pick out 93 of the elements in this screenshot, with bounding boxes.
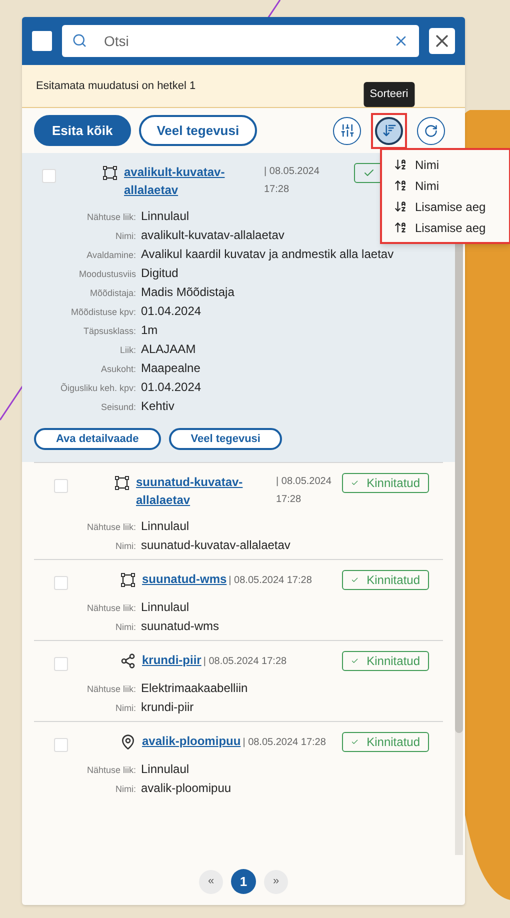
check-icon bbox=[363, 167, 375, 179]
item-date: | 08.05.2024 17:28 bbox=[228, 574, 312, 588]
refresh-icon bbox=[424, 124, 438, 138]
polygon-icon bbox=[102, 165, 118, 181]
status-badge: Kinnitatud bbox=[342, 473, 429, 493]
field-label: Liik: bbox=[118, 344, 136, 357]
field-label: Nimi: bbox=[114, 621, 136, 634]
item-checkbox[interactable] bbox=[54, 738, 68, 752]
field-label: Asukoht: bbox=[100, 363, 136, 376]
field-label: Nimi: bbox=[114, 230, 136, 243]
list-item[interactable]: avalik-ploomipuu | 08.05.2024 17:28 Kinnitatud Nähtuse liik: Linnulaul Nimi: avalik-ploomipuu bbox=[34, 721, 443, 802]
item-checkbox[interactable] bbox=[54, 479, 68, 493]
field-value: Linnulaul bbox=[141, 599, 190, 616]
field-value: Madis Mõõdistaja bbox=[141, 284, 234, 301]
item-checkbox[interactable] bbox=[42, 169, 56, 183]
status-badge: Kinnitatud bbox=[342, 651, 429, 671]
search-icon bbox=[72, 33, 87, 48]
sort-up-icon bbox=[394, 221, 407, 234]
field-value: ALAJAAM bbox=[141, 341, 196, 358]
field-value: Linnulaul bbox=[141, 518, 190, 535]
field-label: Nähtuse liik: bbox=[86, 764, 136, 777]
sort-icon bbox=[382, 123, 396, 138]
field-label: Mõõdistaja: bbox=[88, 287, 136, 300]
close-button[interactable] bbox=[429, 28, 455, 54]
field-value: Linnulaul bbox=[141, 208, 190, 225]
item-title-link[interactable]: avalikult-kuvatav-allalaetav bbox=[124, 163, 236, 199]
item-title-link[interactable]: suunatud-wms bbox=[142, 570, 227, 588]
item-title-link[interactable]: suunatud-kuvatav-allalaetav bbox=[136, 473, 248, 509]
field-label: Nähtuse liik: bbox=[86, 683, 136, 696]
toolbar-button[interactable]: Veel tegevusi bbox=[138, 115, 258, 146]
field-label: Mõõdistuse kpv: bbox=[70, 306, 136, 319]
select-all-checkbox[interactable] bbox=[32, 31, 52, 51]
item-date: | 08.05.2024 17:28 bbox=[242, 736, 326, 750]
field-value: suunatud-wms bbox=[141, 618, 220, 635]
field-value: 01.04.2024 bbox=[141, 303, 202, 320]
notice-text: Esitamata muudatusi on hetkel 1 bbox=[36, 78, 196, 94]
search-field[interactable]: Otsi bbox=[62, 25, 419, 57]
action-button[interactable]: Veel tegevusi bbox=[168, 428, 282, 450]
field-label: Täpsusklass: bbox=[82, 325, 136, 338]
sort-option[interactable]: Nimi bbox=[382, 154, 509, 175]
field-value: Digitud bbox=[141, 265, 178, 282]
next-page-button[interactable]: » bbox=[264, 870, 288, 894]
field-value: suunatud-kuvatav-allalaetav bbox=[141, 537, 290, 554]
field-label: Nimi: bbox=[114, 783, 136, 796]
sliders-icon bbox=[340, 123, 354, 138]
list-item[interactable]: suunatud-kuvatav-allalaetav | 08.05.2024 17:28 Kinnitatud Nähtuse liik: Linnulaul Nimi: suunatud-kuvatav-allalaetav bbox=[34, 462, 443, 559]
sort-down-icon bbox=[394, 200, 407, 213]
polygon-icon bbox=[120, 572, 136, 588]
sort-option[interactable]: Lisamise aeg bbox=[382, 217, 509, 238]
item-checkbox[interactable] bbox=[54, 576, 68, 590]
field-value: Avalikul kaardil kuvatav ja andmestik alla laetav bbox=[141, 246, 394, 263]
field-value: avalikult-kuvatav-allalaetav bbox=[141, 227, 284, 244]
line-nodes-icon bbox=[120, 653, 136, 669]
previous-page-button[interactable]: « bbox=[199, 870, 223, 894]
filter-button[interactable] bbox=[333, 116, 361, 144]
field-value: Linnulaul bbox=[141, 761, 190, 778]
field-label: Nähtuse liik: bbox=[86, 602, 136, 615]
item-title-link[interactable]: avalik-ploomipuu bbox=[142, 732, 241, 750]
sort-up-icon bbox=[394, 179, 407, 192]
field-value: Kehtiv bbox=[141, 398, 174, 415]
toolbar-button[interactable]: Esita kõik bbox=[34, 115, 131, 146]
item-date: | 08.05.2024 17:28 bbox=[203, 655, 287, 669]
item-date: | 08.05.2024 17:28 bbox=[264, 165, 320, 197]
field-label: Nimi: bbox=[114, 540, 136, 553]
list-item[interactable]: suunatud-wms | 08.05.2024 17:28 Kinnitatud Nähtuse liik: Linnulaul Nimi: suunatud-wms bbox=[34, 559, 443, 640]
item-title-link[interactable]: krundi-piir bbox=[142, 651, 202, 669]
polygon-icon bbox=[114, 475, 130, 491]
field-label: Õigusliku keh. kpv: bbox=[59, 382, 136, 395]
field-value: avalik-ploomipuu bbox=[141, 780, 232, 797]
field-value: Elektrimaakaabelliin bbox=[141, 680, 248, 697]
action-button[interactable]: Ava detailvaade bbox=[34, 428, 161, 450]
sort-option[interactable]: Nimi bbox=[382, 175, 509, 196]
field-value: 01.04.2024 bbox=[141, 379, 202, 396]
status-badge: Kinnitatud bbox=[342, 732, 429, 752]
sort-option[interactable]: Lisamise aeg bbox=[382, 196, 509, 217]
map-pin-icon bbox=[120, 734, 136, 750]
sort-down-icon bbox=[394, 158, 407, 171]
field-label: Nimi: bbox=[114, 702, 136, 715]
status-badge: Kinnitatud bbox=[342, 570, 429, 590]
field-label: Moodustusviis bbox=[78, 268, 136, 281]
field-value: Maapealne bbox=[141, 360, 200, 377]
tooltip: Sorteeri bbox=[364, 82, 414, 106]
list-item[interactable]: krundi-piir | 08.05.2024 17:28 Kinnitatud Nähtuse liik: Elektrimaakaabelliin Nimi: krundi-piir bbox=[34, 640, 443, 721]
field-label: Avaldamine: bbox=[86, 249, 136, 262]
field-label: Seisund: bbox=[100, 401, 136, 414]
field-label: Nähtuse liik: bbox=[86, 211, 136, 224]
field-value: krundi-piir bbox=[141, 699, 194, 716]
field-label: Nähtuse liik: bbox=[86, 521, 136, 534]
item-checkbox[interactable] bbox=[54, 657, 68, 671]
item-date: | 08.05.2024 17:28 bbox=[276, 475, 332, 507]
field-value: 1m bbox=[141, 322, 158, 339]
refresh-button[interactable] bbox=[417, 116, 445, 144]
page-button[interactable]: 1 bbox=[231, 869, 256, 894]
